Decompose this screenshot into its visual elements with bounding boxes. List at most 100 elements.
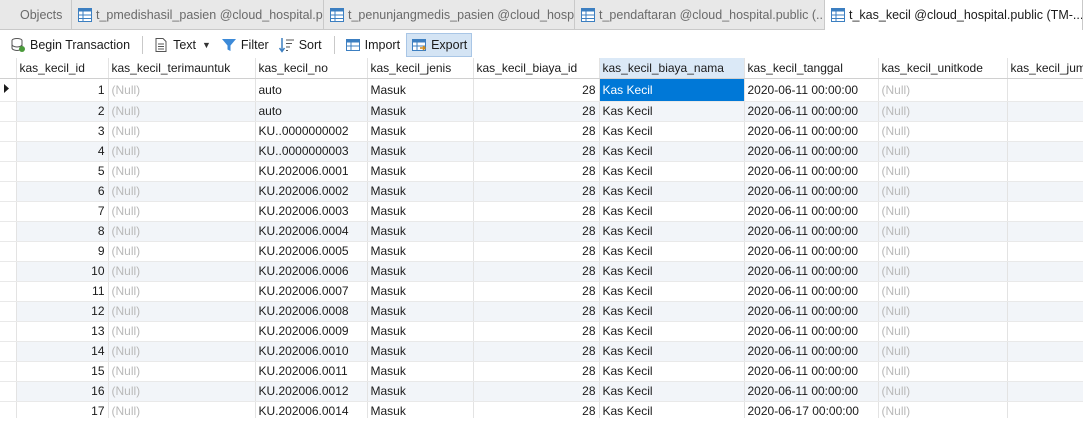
table-cell[interactable] — [1007, 241, 1083, 262]
table-cell[interactable]: Masuk — [367, 221, 474, 242]
table-cell[interactable]: 2020-06-11 00:00:00 — [744, 241, 879, 262]
table-cell[interactable]: Masuk — [367, 341, 474, 362]
table-cell[interactable]: 2020-06-11 00:00:00 — [744, 301, 879, 322]
table-cell[interactable]: 2020-06-11 00:00:00 — [744, 261, 879, 282]
row-indicator[interactable] — [0, 381, 17, 402]
table-cell[interactable]: 28 — [473, 141, 600, 162]
table-cell[interactable]: 28 — [473, 361, 600, 382]
table-cell[interactable]: (Null) — [878, 361, 1008, 382]
row-indicator[interactable] — [0, 301, 17, 322]
table-cell[interactable]: (Null) — [878, 281, 1008, 302]
table-row[interactable]: 9 (Null) KU.202006.0005 Masuk 28 Kas Kecil 202… — [0, 241, 1083, 262]
table-cell[interactable]: 14 — [16, 341, 109, 362]
table-cell[interactable]: (Null) — [108, 281, 256, 302]
row-indicator[interactable] — [0, 201, 17, 222]
table-cell[interactable]: 9 — [16, 241, 109, 262]
table-cell[interactable]: 8 — [16, 221, 109, 242]
table-cell[interactable]: 28 — [473, 101, 600, 122]
table-cell[interactable]: Kas Kecil — [599, 381, 745, 402]
table-cell[interactable]: (Null) — [878, 121, 1008, 142]
table-cell[interactable] — [1007, 201, 1083, 222]
table-row[interactable]: 17 (Null) KU.202006.0014 Masuk 28 Kas Kecil 20… — [0, 401, 1083, 418]
table-cell[interactable] — [1007, 141, 1083, 162]
table-cell[interactable]: (Null) — [878, 381, 1008, 402]
table-cell[interactable]: Kas Kecil — [599, 141, 745, 162]
table-cell[interactable]: 28 — [473, 261, 600, 282]
column-header[interactable]: kas_kecil_unitkode — [878, 58, 1008, 79]
table-cell[interactable]: Masuk — [367, 401, 474, 418]
table-cell[interactable]: 2020-06-11 00:00:00 — [744, 321, 879, 342]
table-cell[interactable] — [1007, 78, 1083, 102]
table-row[interactable]: 13 (Null) KU.202006.0009 Masuk 28 Kas Kecil 20… — [0, 321, 1083, 342]
table-cell[interactable]: 3 — [16, 121, 109, 142]
table-cell[interactable]: KU.202006.0006 — [255, 261, 368, 282]
table-cell[interactable]: KU.202006.0005 — [255, 241, 368, 262]
row-indicator[interactable] — [0, 181, 17, 202]
table-cell[interactable]: Kas Kecil — [599, 101, 745, 122]
table-cell[interactable]: KU.202006.0010 — [255, 341, 368, 362]
table-cell[interactable]: 13 — [16, 321, 109, 342]
table-cell[interactable]: Masuk — [367, 141, 474, 162]
table-row[interactable]: 12 (Null) KU.202006.0008 Masuk 28 Kas Kecil 20… — [0, 301, 1083, 322]
row-indicator[interactable] — [0, 121, 17, 142]
table-cell[interactable]: KU.202006.0009 — [255, 321, 368, 342]
table-cell[interactable]: KU..0000000003 — [255, 141, 368, 162]
table-cell[interactable]: KU.202006.0003 — [255, 201, 368, 222]
table-row[interactable]: 5 (Null) KU.202006.0001 Masuk 28 Kas Kecil 202… — [0, 161, 1083, 182]
table-cell[interactable]: Kas Kecil — [599, 121, 745, 142]
data-grid[interactable]: kas_kecil_id kas_kecil_terimauntuk kas_k… — [0, 58, 1083, 418]
tab-t-pendaftaran[interactable]: t_pendaftaran @cloud_hospital.public (..… — [575, 0, 825, 29]
table-cell[interactable]: 2020-06-11 00:00:00 — [744, 141, 879, 162]
table-cell[interactable]: auto — [255, 78, 368, 102]
table-cell[interactable] — [1007, 221, 1083, 242]
table-row[interactable]: 1 (Null) auto Masuk 28 Kas Kecil 2020-06-11 00… — [0, 78, 1083, 102]
table-cell[interactable]: Kas Kecil — [599, 321, 745, 342]
table-cell[interactable]: 28 — [473, 78, 600, 102]
table-cell[interactable]: Masuk — [367, 361, 474, 382]
row-indicator[interactable] — [0, 321, 17, 342]
table-cell[interactable]: (Null) — [878, 141, 1008, 162]
table-cell[interactable]: 2020-06-11 00:00:00 — [744, 121, 879, 142]
table-cell[interactable]: 28 — [473, 221, 600, 242]
table-cell[interactable]: (Null) — [878, 101, 1008, 122]
table-row[interactable]: 6 (Null) KU.202006.0002 Masuk 28 Kas Kecil 202… — [0, 181, 1083, 202]
table-cell[interactable]: (Null) — [108, 381, 256, 402]
table-cell[interactable]: Kas Kecil — [599, 281, 745, 302]
column-header[interactable]: kas_kecil_terimauntuk — [108, 58, 256, 79]
filter-button[interactable]: Filter — [217, 33, 273, 57]
table-cell[interactable]: (Null) — [878, 181, 1008, 202]
text-view-button[interactable]: Text ▼ — [149, 33, 215, 57]
table-cell[interactable]: 2020-06-11 00:00:00 — [744, 341, 879, 362]
table-cell[interactable]: Kas Kecil — [599, 361, 745, 382]
table-cell[interactable]: Kas Kecil — [599, 241, 745, 262]
table-cell[interactable]: (Null) — [878, 201, 1008, 222]
table-cell[interactable]: 2 — [16, 101, 109, 122]
column-header[interactable]: kas_kecil_juml — [1007, 58, 1083, 79]
table-cell[interactable] — [1007, 401, 1083, 418]
tab-t-pmedishasil-pasien[interactable]: t_pmedishasil_pasien @cloud_hospital.p..… — [72, 0, 324, 29]
table-cell[interactable]: 6 — [16, 181, 109, 202]
table-cell[interactable]: Kas Kecil — [599, 401, 745, 418]
row-indicator[interactable] — [0, 241, 17, 262]
table-row[interactable]: 16 (Null) KU.202006.0012 Masuk 28 Kas Kecil 20… — [0, 381, 1083, 402]
column-header[interactable]: kas_kecil_id — [16, 58, 109, 79]
tab-t-penunjangmedis-pasien[interactable]: t_penunjangmedis_pasien @cloud_hosp... — [324, 0, 575, 29]
table-cell[interactable]: (Null) — [108, 301, 256, 322]
tab-objects[interactable]: Objects — [0, 0, 72, 29]
table-row[interactable]: 15 (Null) KU.202006.0011 Masuk 28 Kas Kecil 20… — [0, 361, 1083, 382]
table-cell[interactable] — [1007, 101, 1083, 122]
table-cell[interactable]: Masuk — [367, 321, 474, 342]
table-cell[interactable]: KU.202006.0004 — [255, 221, 368, 242]
row-indicator[interactable] — [0, 261, 17, 282]
table-cell[interactable]: (Null) — [108, 78, 256, 102]
table-cell[interactable]: 2020-06-11 00:00:00 — [744, 201, 879, 222]
table-cell[interactable]: 7 — [16, 201, 109, 222]
table-cell[interactable]: Kas Kecil — [599, 78, 745, 102]
sort-button[interactable]: Sort — [275, 33, 326, 57]
row-indicator[interactable] — [0, 161, 17, 182]
table-cell[interactable]: 2020-06-11 00:00:00 — [744, 361, 879, 382]
table-cell[interactable]: KU.202006.0011 — [255, 361, 368, 382]
table-cell[interactable] — [1007, 301, 1083, 322]
table-cell[interactable]: 4 — [16, 141, 109, 162]
table-cell[interactable] — [1007, 341, 1083, 362]
